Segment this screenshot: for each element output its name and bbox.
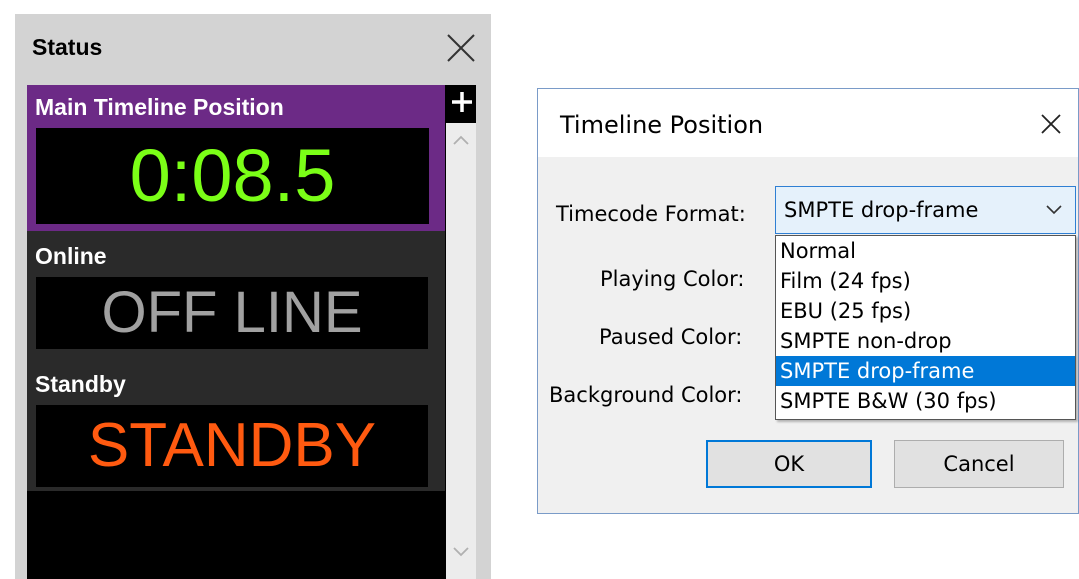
- chevron-down-icon: [1044, 203, 1064, 217]
- chevron-up-icon[interactable]: [446, 135, 476, 161]
- close-icon[interactable]: [1034, 107, 1068, 141]
- chevron-down-icon[interactable]: [446, 547, 476, 573]
- plus-icon: [452, 92, 472, 112]
- dialog-title: Timeline Position: [560, 111, 764, 139]
- timecode-format-select[interactable]: SMPTE drop-frame: [775, 186, 1076, 234]
- add-widget-button[interactable]: [449, 86, 475, 120]
- widget-label: Main Timeline Position: [35, 94, 284, 120]
- timeline-position-readout: 0:08.5: [36, 128, 429, 224]
- widget-main-timeline-position[interactable]: Main Timeline Position 0:08.5: [27, 85, 445, 231]
- timeline-position-dialog: Timeline Position Timecode Format: Playi…: [537, 88, 1079, 514]
- widget-online[interactable]: Online OFF LINE: [27, 231, 445, 355]
- dropdown-option-normal[interactable]: Normal: [776, 236, 1075, 266]
- vertical-scrollbar[interactable]: [446, 123, 476, 579]
- online-status-readout: OFF LINE: [36, 277, 428, 349]
- timecode-format-label: Timecode Format:: [556, 202, 746, 226]
- widget-label: Standby: [35, 371, 126, 397]
- close-icon[interactable]: [445, 32, 477, 64]
- playing-color-label: Playing Color:: [600, 267, 745, 291]
- status-content: Main Timeline Position 0:08.5 Online OFF…: [27, 85, 476, 579]
- timecode-format-value: SMPTE drop-frame: [784, 198, 979, 222]
- dropdown-option-film[interactable]: Film (24 fps): [776, 266, 1075, 296]
- widget-label: Online: [35, 243, 107, 269]
- dropdown-option-smpte-drop-frame[interactable]: SMPTE drop-frame: [776, 356, 1075, 386]
- standby-status-readout: STANDBY: [36, 405, 428, 487]
- background-color-label: Background Color:: [549, 383, 743, 407]
- paused-color-label: Paused Color:: [599, 325, 743, 349]
- status-panel: Status Main Timeline Position 0:08.5 Onl…: [15, 14, 491, 579]
- ok-button[interactable]: OK: [706, 440, 872, 488]
- status-panel-title: Status: [32, 34, 103, 60]
- dropdown-option-smpte-bw[interactable]: SMPTE B&W (30 fps): [776, 386, 1075, 416]
- cancel-button[interactable]: Cancel: [894, 440, 1064, 488]
- dialog-titlebar: Timeline Position: [538, 89, 1078, 157]
- dropdown-option-ebu[interactable]: EBU (25 fps): [776, 296, 1075, 326]
- timecode-format-dropdown: Normal Film (24 fps) EBU (25 fps) SMPTE …: [775, 235, 1076, 420]
- widget-standby[interactable]: Standby STANDBY: [27, 355, 445, 491]
- dropdown-option-smpte-non-drop[interactable]: SMPTE non-drop: [776, 326, 1075, 356]
